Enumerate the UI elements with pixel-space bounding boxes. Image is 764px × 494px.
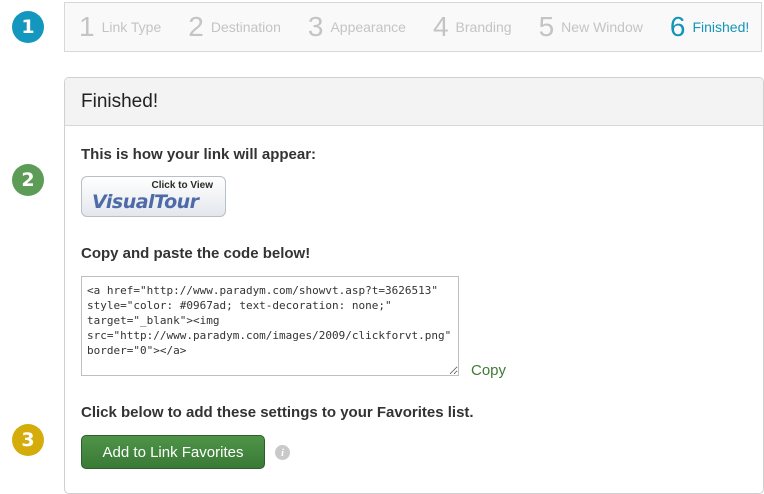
- favorites-label: Click below to add these settings to you…: [81, 404, 474, 421]
- step-number: 1: [79, 11, 95, 42]
- step-label: New Window: [561, 19, 643, 35]
- step-number: 3: [307, 11, 324, 42]
- preview-top-text: Click to View: [151, 180, 213, 191]
- preview-main-text: VisualTour: [92, 191, 199, 213]
- visual-tour-preview-button[interactable]: Click to View VisualTour: [81, 176, 226, 217]
- add-to-favorites-button[interactable]: Add to Link Favorites: [81, 435, 265, 469]
- wizard-step-destination[interactable]: 2 Destination: [188, 13, 281, 41]
- wizard-step-link-type[interactable]: 1 Link Type: [79, 13, 161, 41]
- step-number: 5: [538, 11, 555, 42]
- step-label: Finished!: [692, 19, 750, 35]
- info-icon[interactable]: i: [275, 445, 290, 460]
- wizard-step-finished[interactable]: 6 Finished!: [670, 13, 749, 41]
- wizard-steps: 1 Link Type 2 Destination 3 Appearance 4…: [64, 2, 762, 52]
- panel-title: Finished!: [65, 78, 763, 126]
- wizard-step-appearance[interactable]: 3 Appearance: [308, 13, 406, 41]
- step-badge-1: 1: [12, 11, 44, 43]
- embed-code-textarea[interactable]: <a href="http://www.paradym.com/showvt.a…: [81, 276, 459, 376]
- step-badge-2: 2: [12, 164, 44, 196]
- copy-link[interactable]: Copy: [471, 362, 506, 379]
- wizard-step-new-window[interactable]: 5 New Window: [539, 13, 643, 41]
- step-number: 4: [432, 11, 449, 42]
- step-label: Appearance: [330, 19, 406, 35]
- copy-code-label: Copy and paste the code below!: [81, 245, 311, 262]
- step-badge-3: 3: [12, 424, 44, 456]
- step-label: Link Type: [101, 19, 162, 35]
- step-label: Destination: [210, 19, 281, 35]
- step-label: Branding: [455, 19, 512, 35]
- step-number: 2: [188, 11, 204, 42]
- finished-panel: Finished! This is how your link will app…: [64, 77, 764, 494]
- step-number: 6: [669, 11, 686, 42]
- wizard-step-branding[interactable]: 4 Branding: [433, 13, 512, 41]
- appearance-label: This is how your link will appear:: [81, 146, 317, 163]
